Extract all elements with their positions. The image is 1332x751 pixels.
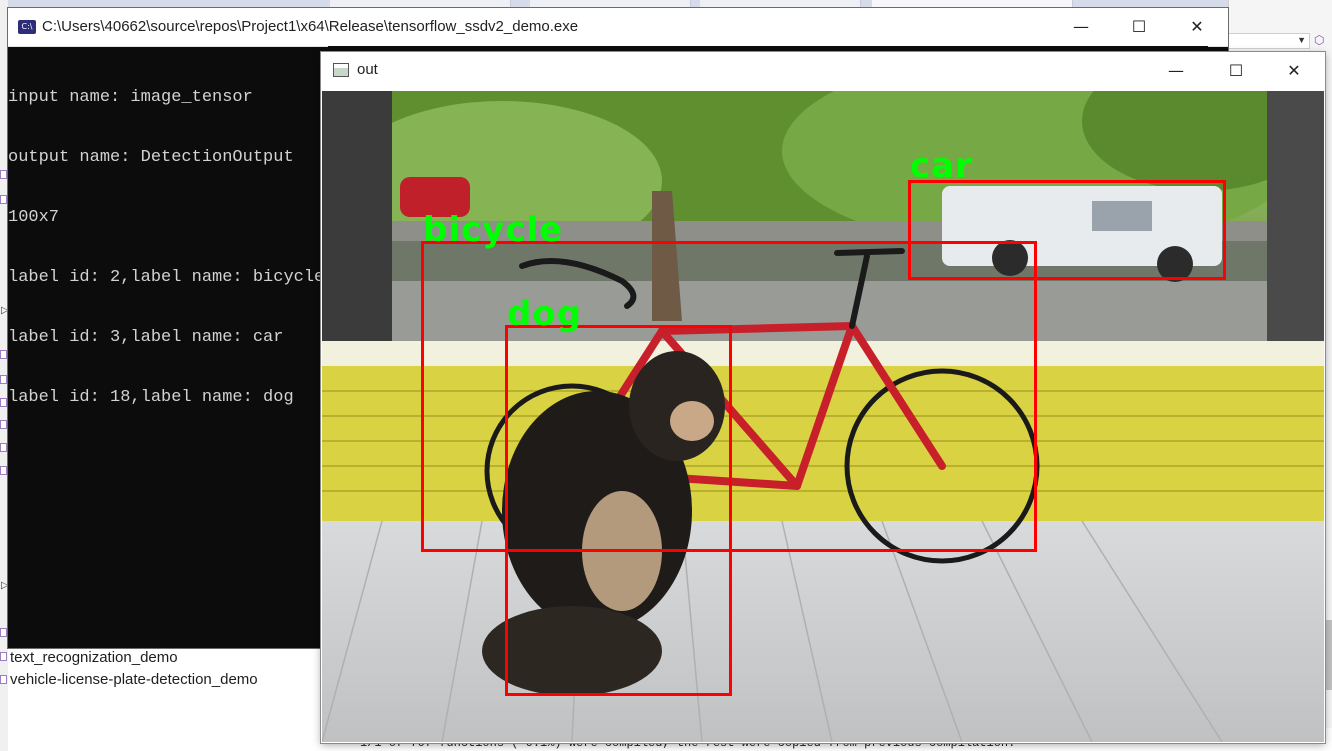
project-icon [0,375,7,384]
project-icon [0,350,7,359]
project-icon [0,195,7,204]
out-titlebar[interactable]: out — ☐ ✕ [321,52,1325,90]
out-title: out [357,61,378,78]
maximize-button[interactable]: ☐ [1207,52,1265,90]
console-titlebar[interactable]: C:\ C:\Users\40662\source\repos\Project1… [8,8,1228,47]
project-icon [0,675,7,684]
dog-label: dog [507,294,583,334]
explorer-item[interactable]: text_recognization_demo [10,647,258,669]
console-line: output name: DetectionOutput [8,148,294,167]
explorer-item[interactable]: vehicle-license-plate-detection_demo [10,669,258,691]
project-icon [0,466,7,475]
project-icon [0,398,7,407]
extension-icon[interactable]: ⬡ [1314,33,1324,47]
detection-image: car bicycle dog [322,91,1324,742]
close-button[interactable]: ✕ [1265,52,1323,90]
console-line: label id: 3,label name: car [8,328,284,347]
car-label: car [910,146,973,186]
console-output: input name: image_tensor output name: De… [8,48,324,448]
project-icon [0,443,7,452]
minimize-button[interactable]: — [1052,8,1110,46]
console-line: input name: image_tensor [8,88,253,107]
maximize-button[interactable]: ☐ [1110,8,1168,46]
console-line: label id: 2,label name: bicycle [8,268,325,287]
project-icon [0,628,7,637]
project-icon [0,652,7,661]
console-title: C:\Users\40662\source\repos\Project1\x64… [42,18,579,35]
console-divider [328,46,1208,51]
minimize-button[interactable]: — [1147,52,1205,90]
project-icon [0,170,7,179]
out-window[interactable]: out — ☐ ✕ car bicycle dog [321,52,1325,743]
bicycle-label: bicycle [423,210,564,250]
close-button[interactable]: ✕ [1168,8,1226,46]
chevron-down-icon: ▼ [1297,35,1306,45]
console-app-icon: C:\ [18,20,36,34]
ide-config-dropdown[interactable]: ▼ [1228,33,1310,49]
console-line: 100x7 [8,208,60,227]
image-window-icon [333,63,349,77]
dog-bounding-box [505,325,732,696]
ide-gutter: ▷ ▷ [0,0,9,751]
console-line: label id: 18,label name: dog [8,388,294,407]
scrollbar[interactable] [1325,620,1332,690]
project-icon [0,420,7,429]
solution-explorer-list: text_recognization_demo vehicle-license-… [10,647,258,691]
